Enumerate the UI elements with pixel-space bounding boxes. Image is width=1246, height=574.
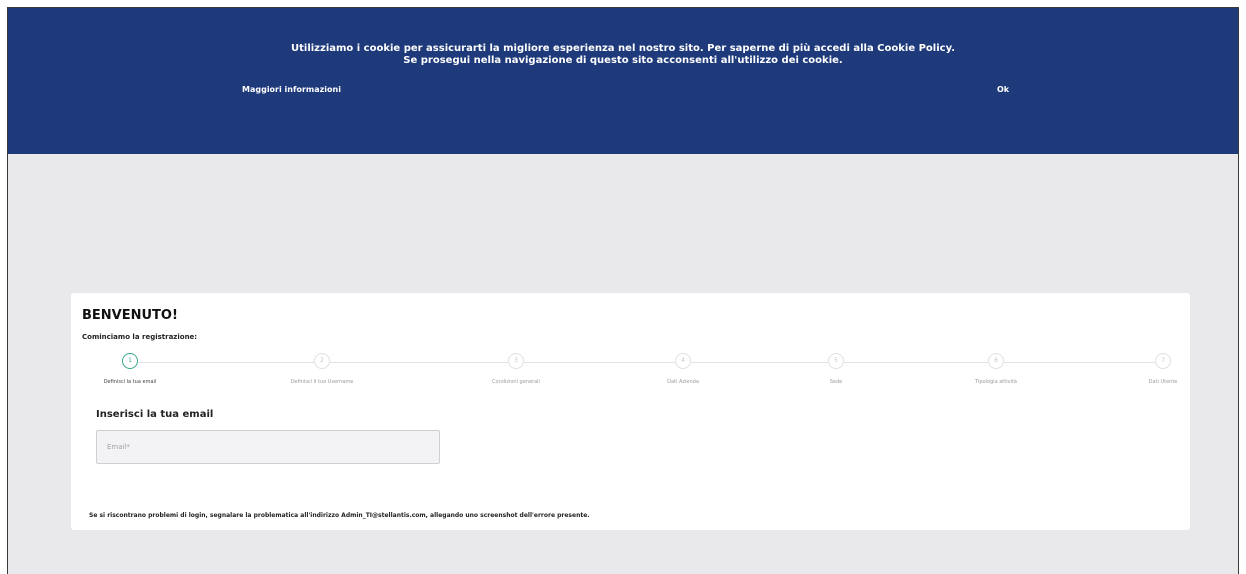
- step-2-circle: 2: [314, 353, 330, 369]
- step-1-circle: 1: [122, 353, 138, 369]
- step-3-circle: 3: [508, 353, 524, 369]
- cookie-message-line-1: Utilizziamo i cookie per assicurarti la …: [291, 43, 955, 54]
- step-7-label: Dati Utente: [1148, 379, 1178, 385]
- more-info-link[interactable]: Maggiori informazioni: [242, 85, 341, 94]
- step-4-circle: 4: [675, 353, 691, 369]
- cookie-message-line-2: Se prosegui nella navigazione di questo …: [403, 55, 843, 66]
- stepper-connector: [691, 362, 828, 363]
- step-6-label: Tipologia attività: [975, 379, 1017, 385]
- step-3-label: Condizioni generali: [492, 379, 540, 385]
- step-6-circle: 6: [988, 353, 1004, 369]
- step-1-label: Definisci la tua email: [103, 379, 157, 385]
- registration-subtitle: Cominciamo la registrazione:: [82, 333, 198, 341]
- stepper-connector: [844, 362, 988, 363]
- step-5-circle: 5: [828, 353, 844, 369]
- login-help-note: Se si riscontrano problemi di login, seg…: [89, 512, 590, 519]
- step-4-label: Dati Azienda: [667, 379, 699, 385]
- cookie-ok-button[interactable]: Ok: [997, 85, 1009, 94]
- step-7-circle: 7: [1155, 353, 1171, 369]
- stepper-connector: [524, 362, 675, 363]
- step-2-label: Definisci il tuo Username: [290, 379, 354, 385]
- stepper-connector: [1004, 362, 1155, 363]
- step-5-label: Sede: [829, 379, 843, 385]
- page-frame: Utilizziamo i cookie per assicurarti la …: [7, 7, 1239, 574]
- cookie-message: Utilizziamo i cookie per assicurarti la …: [8, 43, 1238, 67]
- registration-stepper: 1 Definisci la tua email 2 Definisci il tuo…: [71, 351, 1190, 391]
- email-input[interactable]: [96, 430, 440, 464]
- cookie-banner: Utilizziamo i cookie per assicurarti la …: [8, 8, 1238, 154]
- registration-card: BENVENUTO! Cominciamo la registrazione: …: [71, 293, 1190, 530]
- page-title: BENVENUTO!: [82, 308, 178, 323]
- email-heading: Inserisci la tua email: [96, 409, 214, 420]
- stepper-connector: [330, 362, 508, 363]
- stepper-connector: [138, 362, 314, 363]
